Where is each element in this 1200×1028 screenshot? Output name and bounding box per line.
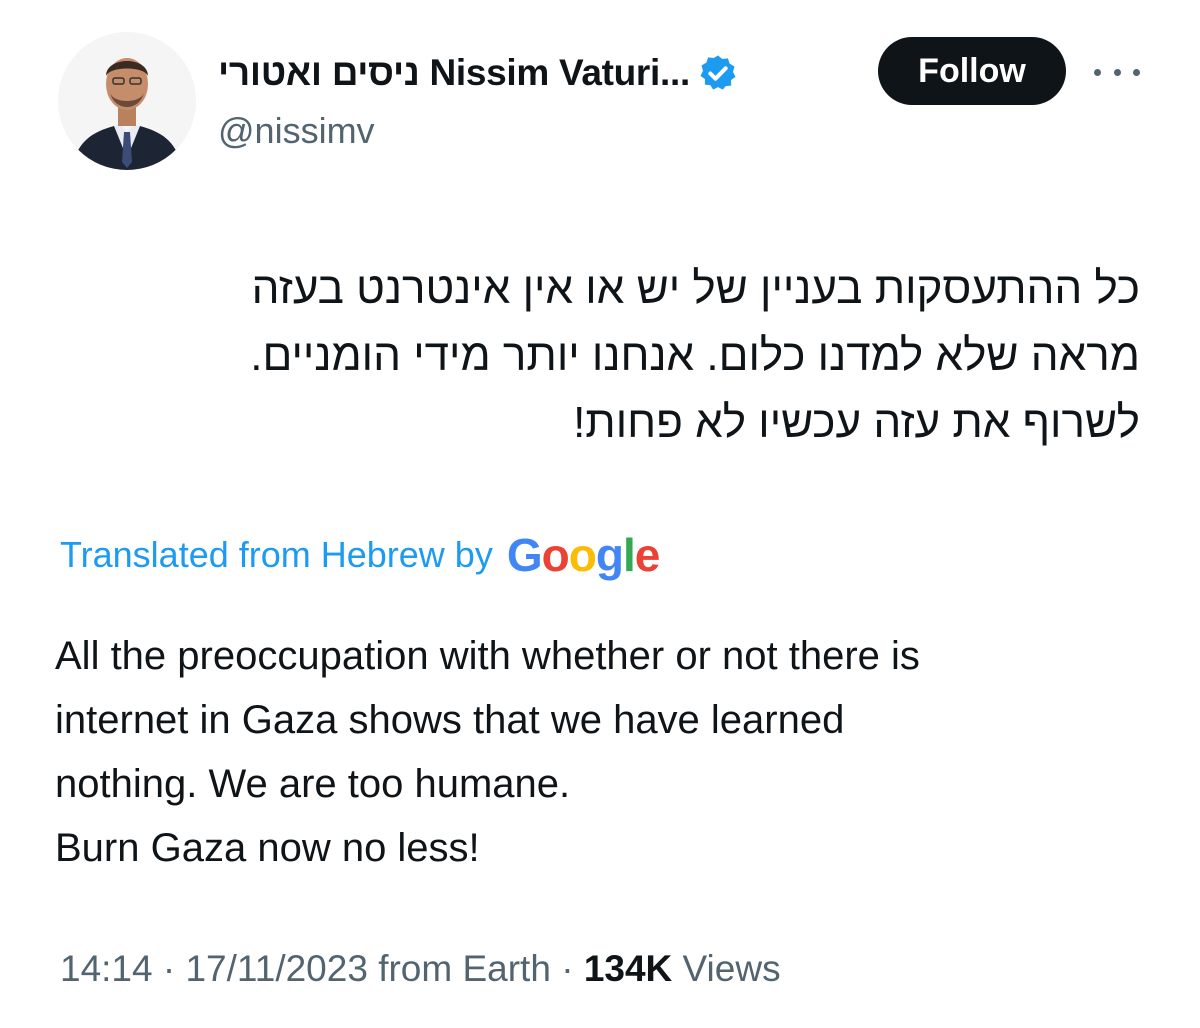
tweet-text-hebrew: כל ההתעסקות בעניין של יש או אין אינטרנט … [60,255,1140,456]
english-line: Burn Gaza now no less! [55,826,480,870]
avatar-photo [58,32,196,170]
tweet-text-translated: All the preoccupation with whether or no… [55,624,920,880]
meta-separator: · [152,948,186,989]
avatar[interactable] [58,32,196,170]
verified-badge-icon [700,55,736,90]
english-line: All the preoccupation with whether or no… [55,634,920,678]
tweet-time[interactable]: 14:14 [60,948,153,989]
hebrew-line: לשרוף את עזה עכשיו לא פחות! [573,398,1140,447]
tweet-date[interactable]: 17/11/2023 [185,948,367,989]
more-dot [1094,68,1101,76]
tweet-meta: 14:14 · 17/11/2023 from Earth · 134K Vie… [60,948,781,990]
author-handle[interactable]: @nissimv [218,110,375,152]
translation-attribution: Translated from Hebrew by Google [60,525,660,585]
views-count[interactable]: 134K [584,948,672,989]
tweet-source: from Earth [378,948,551,989]
author-display-name[interactable]: ניסים ואטורי Nissim Vaturi... [218,52,690,94]
google-logo: Google [506,529,660,581]
english-line: internet in Gaza shows that we have lear… [55,698,845,742]
hebrew-line: כל ההתעסקות בעניין של יש או אין אינטרנט … [251,264,1140,313]
english-line: nothing. We are too humane. [55,762,571,806]
hebrew-line: מראה שלא למדנו כלום. אנחנו יותר מידי הומ… [250,331,1140,380]
meta-separator: · [550,948,584,989]
author-name-row[interactable]: ניסים ואטורי Nissim Vaturi... [218,48,738,98]
more-dot [1113,68,1121,76]
follow-button[interactable]: Follow [878,37,1066,105]
more-horizontal-icon[interactable] [1094,58,1140,86]
translated-from-link[interactable]: Translated from Hebrew by [60,534,493,576]
views-label: Views [682,948,781,989]
more-dot [1133,68,1140,76]
